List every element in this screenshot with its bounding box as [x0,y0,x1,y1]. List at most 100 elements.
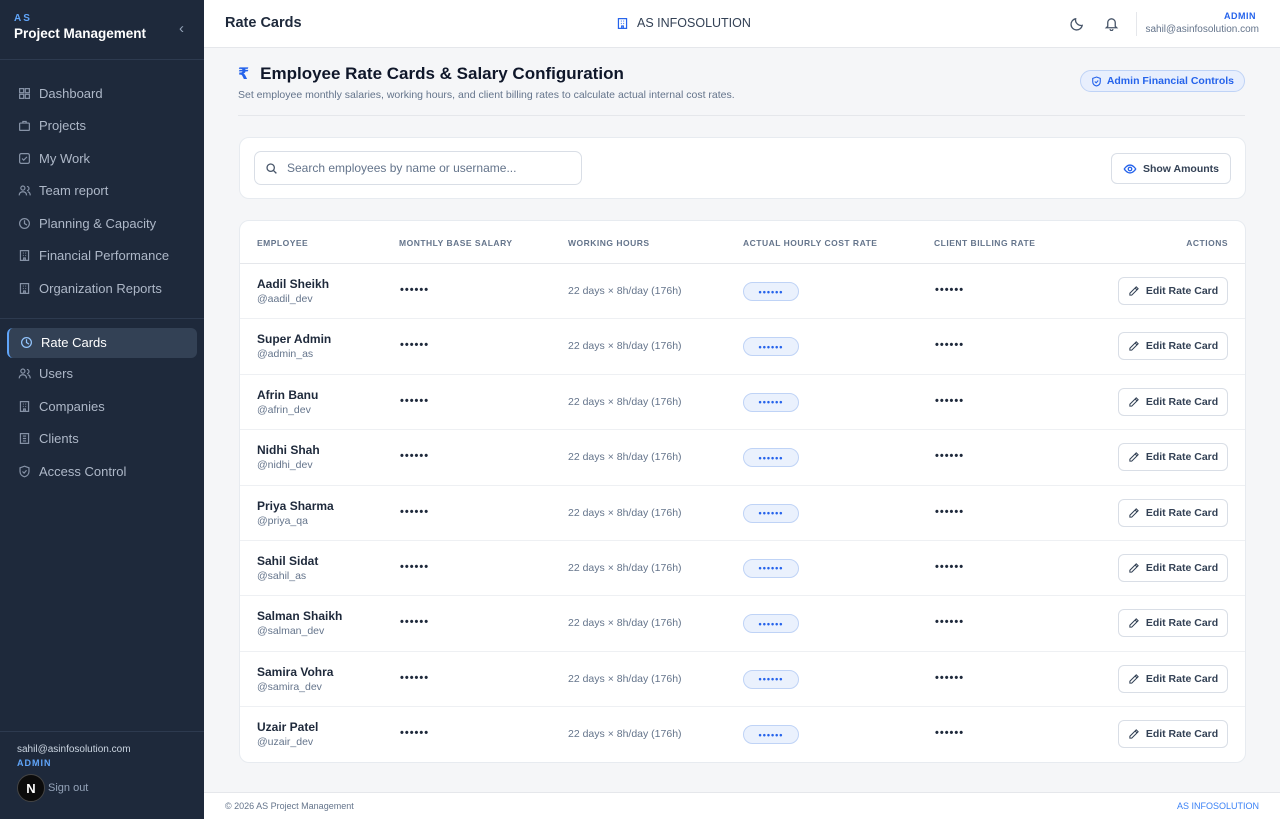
working-hours: 22 days × 8h/day (176h) [568,728,682,741]
edit-rate-card-button[interactable]: Edit Rate Card [1118,553,1228,582]
employee-username: @sahil_as [257,569,307,582]
table-row: Salman Shaikh @salman_dev •••••• 22 days × … [240,596,1245,652]
pencil-icon [1129,673,1139,684]
client-billing-rate-masked: •••••• [935,671,965,684]
hourly-cost-rate-masked: •••••• [743,669,799,689]
edit-rate-card-button[interactable]: Edit Rate Card [1118,443,1228,472]
edit-rate-card-button[interactable]: Edit Rate Card [1118,277,1228,305]
sign-out-button[interactable]: N Sign out [17,774,187,802]
pencil-icon [1129,507,1139,518]
eye-icon [1123,163,1137,174]
sidebar-item-financial[interactable]: Financial Performance [0,240,204,273]
header-role: ADMIN [1224,11,1256,21]
monthly-salary-masked: •••••• [400,284,430,296]
column-header: ACTUAL HOURLY COST RATE [743,238,878,248]
edit-rate-card-button[interactable]: Edit Rate Card [1118,609,1228,638]
employee-username: @afrin_dev [257,403,311,416]
hourly-cost-rate-masked: •••••• [743,337,799,357]
grid-icon [19,87,30,99]
show-amounts-button[interactable]: Show Amounts [1110,153,1231,184]
copyright: © 2026 AS Project Management [225,801,354,811]
page-footer: © 2026 AS Project Management AS INFOSOLU… [204,792,1280,819]
search-toolbar: Show Amounts [239,137,1246,199]
monthly-salary-masked: •••••• [400,450,430,463]
employee-username: @nidhi_dev [257,459,313,472]
nav-divider [0,305,204,319]
sidebar-item-users[interactable]: Users [0,358,204,391]
building-icon [617,17,628,29]
users-icon [18,368,31,379]
admin-badge-label: Admin Financial Controls [1106,75,1234,87]
rupee-icon: ₹ [238,66,250,83]
moon-icon[interactable] [1070,16,1085,31]
sidebar-item-planning[interactable]: Planning & Capacity [0,207,204,240]
monthly-salary-masked: •••••• [400,671,430,684]
working-hours: 22 days × 8h/day (176h) [568,561,682,574]
clock-icon [21,337,32,348]
client-billing-rate-masked: •••••• [935,505,965,518]
employee-username: @priya_qa [257,514,308,527]
hourly-cost-rate-masked: •••••• [743,503,799,523]
table-row: Priya Sharma @priya_qa •••••• 22 days × 8h/… [240,486,1245,541]
monthly-salary-masked: •••••• [400,616,430,629]
employee-cell: Sahil Sidat @sahil_as [257,554,318,582]
edit-rate-card-label: Edit Rate Card [1145,340,1219,353]
sidebar-item-label: Access Control [39,463,127,479]
pencil-icon [1129,618,1139,628]
employee-cell: Nidhi Shah @nidhi_dev [257,443,320,471]
avatar[interactable]: N [17,774,45,802]
employee-cell: Super Admin @admin_as [257,332,331,360]
sidebar-item-access-control[interactable]: Access Control [0,455,204,488]
building-icon [19,250,30,262]
sidebar-item-my-work[interactable]: My Work [0,142,204,175]
sidebar-item-companies[interactable]: Companies [0,390,204,423]
search-box[interactable] [254,151,582,185]
sidebar-item-rate-cards[interactable]: Rate Cards [7,327,197,358]
column-header: ACTIONS [1186,238,1228,248]
client-billing-rate-masked: •••••• [935,450,965,463]
edit-rate-card-button[interactable]: Edit Rate Card [1118,498,1228,527]
rate-cards-table: EMPLOYEE MONTHLY BASE SALARY WORKING HOU… [239,220,1246,763]
chevron-left-icon[interactable]: ‹ [179,20,184,37]
sidebar-item-label: Rate Cards [41,335,107,350]
client-billing-rate-masked: •••••• [935,560,965,573]
building-icon [19,433,30,445]
page-title: Rate Cards [225,15,302,31]
edit-rate-card-button[interactable]: Edit Rate Card [1118,720,1228,749]
edit-rate-card-label: Edit Rate Card [1145,672,1219,685]
working-hours: 22 days × 8h/day (176h) [568,395,682,408]
sidebar-footer: sahil@asinfosolution.com ADMIN N Sign ou… [0,731,204,819]
employee-username: @aadil_dev [257,293,313,305]
client-billing-rate-masked: •••••• [935,727,965,740]
pencil-icon [1129,286,1139,296]
table-row: Super Admin @admin_as •••••• 22 days × 8h/d… [240,319,1245,375]
employee-name: Super Admin [257,332,332,347]
header-divider [1136,12,1137,36]
search-input[interactable] [287,161,567,175]
brand-title: Project Management [14,26,147,41]
pencil-icon [1129,452,1139,462]
sidebar-item-team-report[interactable]: Team report [0,175,204,208]
sidebar-item-clients[interactable]: Clients [0,423,204,456]
sidebar-item-label: Team report [39,183,109,199]
bell-icon[interactable] [1104,16,1119,31]
sidebar-item-org-reports[interactable]: Organization Reports [0,272,204,305]
employee-username: @admin_as [257,348,314,361]
hourly-cost-rate-masked: •••••• [743,282,799,301]
sidebar-item-projects[interactable]: Projects [0,110,204,143]
footer-brand[interactable]: AS INFOSOLUTION [1177,801,1259,811]
edit-rate-card-button[interactable]: Edit Rate Card [1118,387,1228,416]
edit-rate-card-button[interactable]: Edit Rate Card [1118,332,1228,361]
sidebar-item-label: Users [39,366,73,382]
hourly-cost-rate-masked: •••••• [743,392,799,412]
edit-rate-card-button[interactable]: Edit Rate Card [1118,664,1228,693]
employee-username: @salman_dev [257,625,325,638]
briefcase-icon [19,121,30,132]
employee-username: @samira_dev [257,680,322,693]
sidebar-item-dashboard[interactable]: Dashboard [0,77,204,110]
pencil-icon [1129,341,1139,352]
building-icon [19,400,30,412]
table-row: Samira Vohra @samira_dev •••••• 22 days × 8… [240,652,1245,708]
edit-rate-card-label: Edit Rate Card [1145,451,1219,464]
edit-rate-card-label: Edit Rate Card [1145,285,1219,297]
